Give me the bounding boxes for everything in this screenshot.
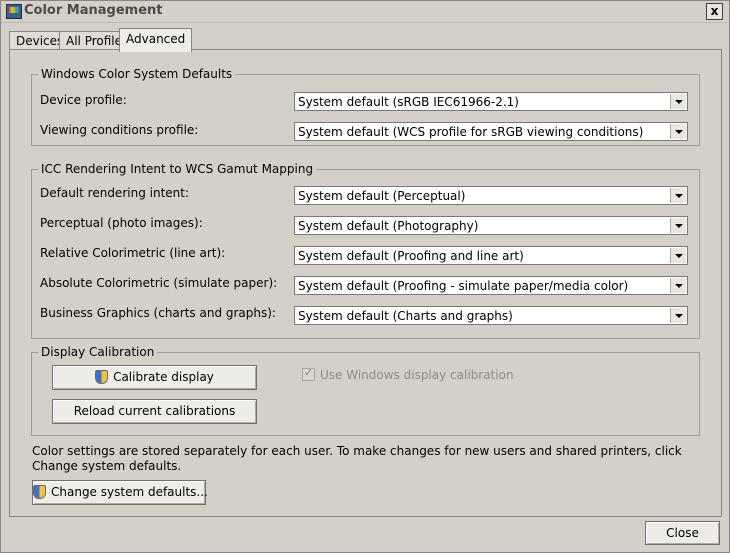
chevron-down-icon[interactable] [670, 308, 686, 323]
icc-mapping-title: ICC Rendering Intent to WCS Gamut Mappin… [38, 162, 317, 176]
chevron-down-icon[interactable] [670, 188, 686, 203]
absolute-colorimetric-value: System default (Proofing - simulate pape… [298, 279, 629, 293]
absolute-colorimetric-dropdown[interactable]: System default (Proofing - simulate pape… [294, 276, 688, 295]
relative-colorimetric-value: System default (Proofing and line art) [298, 249, 524, 263]
uac-shield-icon [33, 485, 46, 499]
close-button-label: Close [666, 526, 699, 540]
reload-calibrations-label: Reload current calibrations [73, 404, 236, 418]
perceptual-value: System default (Photography) [298, 219, 479, 233]
chevron-down-icon[interactable] [670, 248, 686, 263]
chevron-down-icon[interactable] [670, 278, 686, 293]
use-windows-calibration-label: Use Windows display calibration [320, 368, 514, 382]
device-profile-value: System default (sRGB IEC61966-2.1) [298, 95, 519, 109]
chevron-down-icon[interactable] [670, 94, 686, 109]
change-system-defaults-button[interactable]: Change system defaults... [32, 480, 208, 505]
default-intent-label: Default rendering intent: [40, 186, 190, 200]
advanced-tab-panel: Windows Color System Defaults Device pro… [9, 49, 722, 517]
title-close-button[interactable]: x [706, 3, 723, 20]
use-windows-calibration-checkbox[interactable] [302, 366, 315, 381]
relative-colorimetric-dropdown[interactable]: System default (Proofing and line art) [294, 246, 688, 265]
calibrate-display-label: Calibrate display [113, 370, 214, 384]
icc-mapping-group: ICC Rendering Intent to WCS Gamut Mappin… [31, 162, 700, 339]
relative-colorimetric-label: Relative Colorimetric (line art): [40, 246, 226, 260]
uac-shield-icon [95, 370, 109, 384]
viewing-conditions-value: System default (WCS profile for sRGB vie… [298, 125, 644, 139]
default-intent-value: System default (Perceptual) [298, 189, 466, 203]
perceptual-label: Perceptual (photo images): [40, 216, 203, 230]
chevron-down-icon[interactable] [670, 124, 686, 139]
reload-calibrations-button[interactable]: Reload current calibrations [52, 399, 257, 424]
chevron-down-icon[interactable] [670, 218, 686, 233]
window-title: Color Management [24, 3, 163, 18]
business-graphics-dropdown[interactable]: System default (Charts and graphs) [294, 306, 688, 325]
default-intent-dropdown[interactable]: System default (Perceptual) [294, 186, 688, 205]
tab-advanced[interactable]: Advanced [119, 28, 193, 52]
close-button[interactable]: Close [645, 521, 720, 545]
business-graphics-value: System default (Charts and graphs) [298, 309, 513, 323]
settings-note: Color settings are stored separately for… [32, 444, 682, 473]
calibrate-display-button[interactable]: Calibrate display [52, 365, 257, 390]
wcs-defaults-title: Windows Color System Defaults [38, 67, 236, 81]
wcs-defaults-group: Windows Color System Defaults Device pro… [31, 67, 700, 146]
color-management-icon [6, 4, 22, 19]
change-system-defaults-label: Change system defaults... [51, 485, 208, 499]
perceptual-dropdown[interactable]: System default (Photography) [294, 216, 688, 235]
color-management-window: Color Management x Devices All Profiles … [0, 0, 730, 553]
business-graphics-label: Business Graphics (charts and graphs): [40, 306, 276, 320]
title-bar: Color Management x [1, 1, 729, 23]
viewing-conditions-dropdown[interactable]: System default (WCS profile for sRGB vie… [294, 122, 688, 141]
display-calibration-title: Display Calibration [38, 345, 158, 359]
absolute-colorimetric-label: Absolute Colorimetric (simulate paper): [40, 276, 278, 290]
display-calibration-group: Display Calibration Calibrate display Re… [31, 345, 700, 436]
device-profile-dropdown[interactable]: System default (sRGB IEC61966-2.1) [294, 92, 688, 111]
device-profile-label: Device profile: [40, 93, 127, 107]
viewing-conditions-label: Viewing conditions profile: [40, 123, 199, 137]
